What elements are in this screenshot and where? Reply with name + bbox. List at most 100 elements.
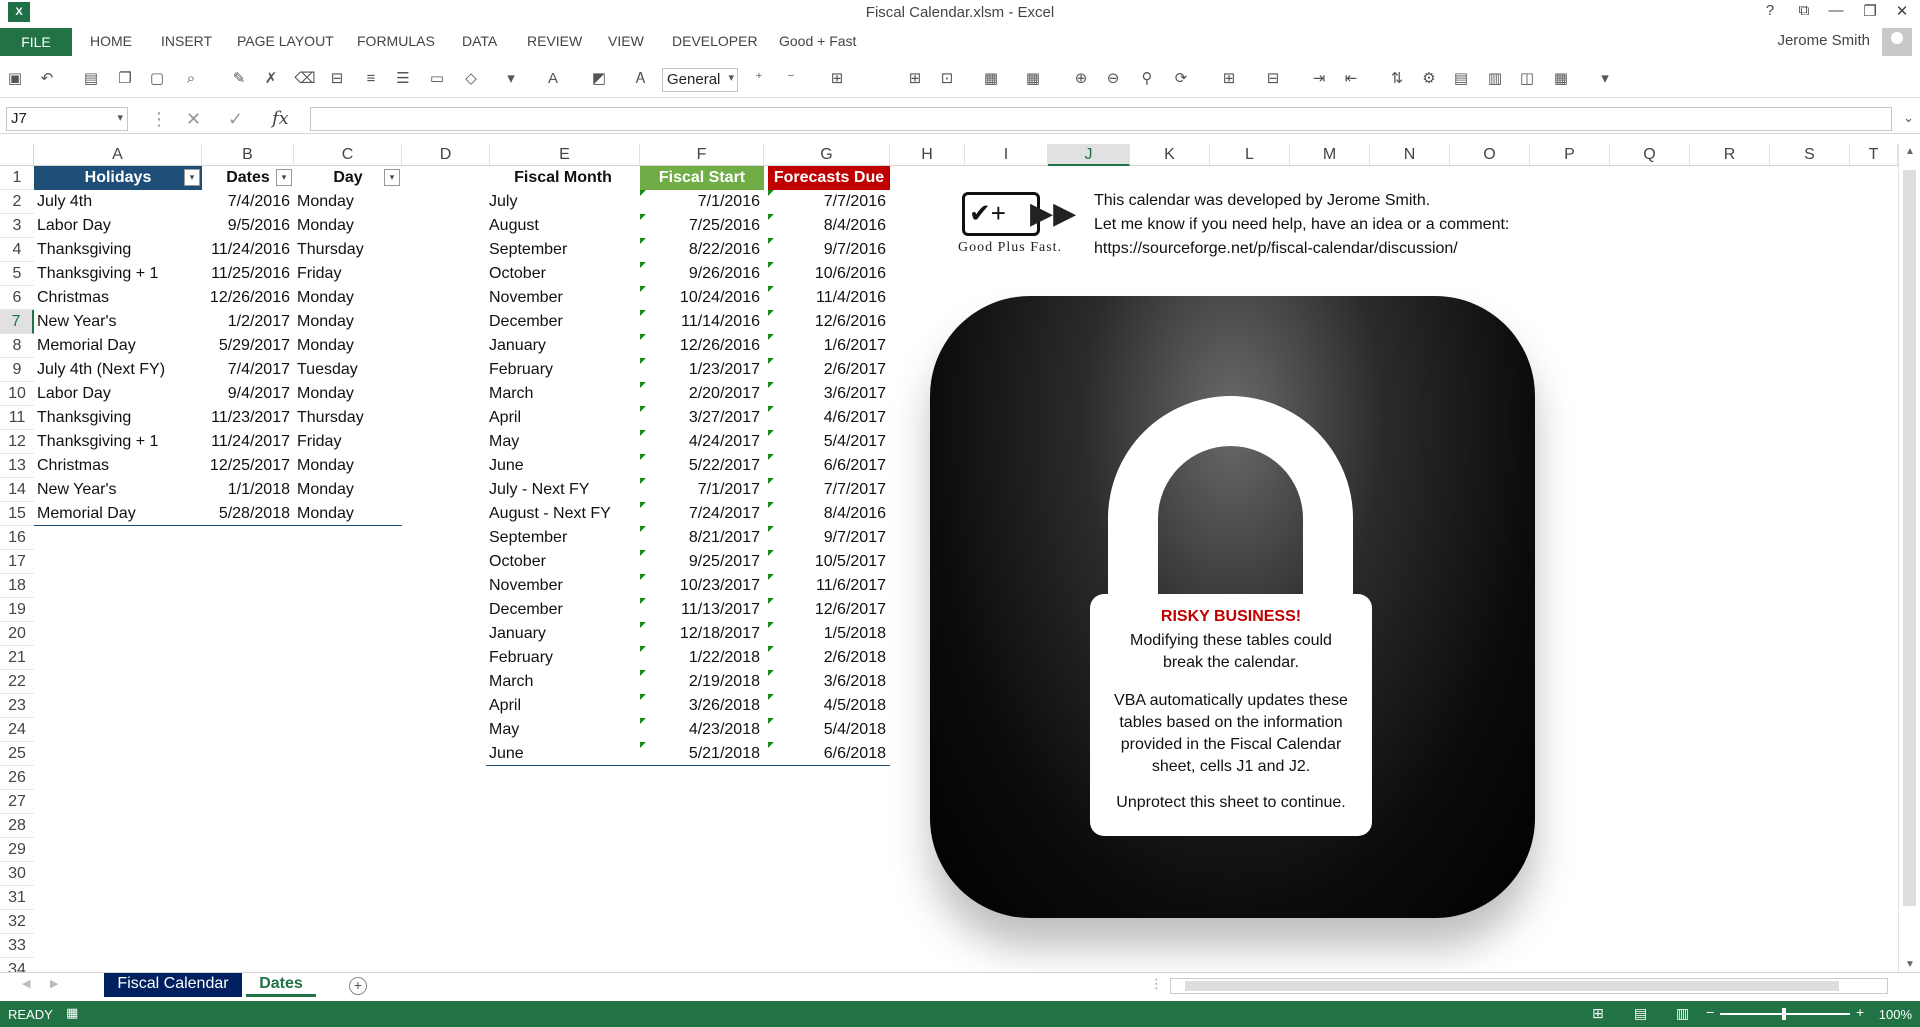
row-header-12[interactable]: 12 bbox=[0, 430, 34, 454]
print-preview-icon[interactable]: ⌕ bbox=[180, 68, 202, 90]
fiscal-start-cell[interactable]: 8/21/2017 bbox=[640, 526, 764, 550]
fiscal-month-cell[interactable]: October bbox=[486, 550, 640, 574]
column-header-q[interactable]: Q bbox=[1610, 144, 1690, 166]
column-header-c[interactable]: C bbox=[294, 144, 402, 166]
holiday-day-cell[interactable]: Monday bbox=[294, 478, 402, 502]
fiscal-start-cell[interactable]: 7/25/2016 bbox=[640, 214, 764, 238]
page-break-view-icon[interactable]: ▥ bbox=[1676, 1005, 1689, 1022]
tab-data[interactable]: DATA bbox=[462, 33, 497, 49]
zoom-in-icon[interactable]: + bbox=[1856, 1004, 1864, 1020]
formula-input[interactable] bbox=[310, 107, 1892, 131]
holiday-day-cell[interactable]: Monday bbox=[294, 214, 402, 238]
row-header-3[interactable]: 3 bbox=[0, 214, 34, 238]
decrease-decimal-icon[interactable]: ⁻ bbox=[780, 68, 802, 90]
fiscal-start-cell[interactable]: 1/22/2018 bbox=[640, 646, 764, 670]
fiscal-month-cell[interactable]: January bbox=[486, 334, 640, 358]
holiday-day-cell[interactable]: Monday bbox=[294, 454, 402, 478]
column-header-a[interactable]: A bbox=[34, 144, 202, 166]
column-header-i[interactable]: I bbox=[965, 144, 1048, 166]
normal-view-icon[interactable]: ⊞ bbox=[1592, 1005, 1604, 1022]
fiscal-start-cell[interactable]: 5/22/2017 bbox=[640, 454, 764, 478]
outside-borders-icon[interactable]: ⊡ bbox=[936, 68, 958, 90]
fiscal-start-cell[interactable]: 7/24/2017 bbox=[640, 502, 764, 526]
holiday-date-cell[interactable]: 7/4/2017 bbox=[202, 358, 294, 382]
fiscal-start-cell[interactable]: 3/27/2017 bbox=[640, 406, 764, 430]
forecasts-due-cell[interactable]: 5/4/2018 bbox=[768, 718, 890, 742]
holiday-name-cell[interactable]: Labor Day bbox=[34, 214, 202, 238]
font-color-icon[interactable]: A bbox=[542, 68, 564, 90]
row-header-29[interactable]: 29 bbox=[0, 838, 34, 862]
fiscal-month-cell[interactable]: November bbox=[486, 574, 640, 598]
zoom-out-icon[interactable]: − bbox=[1706, 1004, 1714, 1020]
number-format-select[interactable]: General bbox=[662, 68, 738, 92]
holiday-name-cell[interactable]: Labor Day bbox=[34, 382, 202, 406]
outdent-icon[interactable]: ⇤ bbox=[1340, 68, 1362, 90]
fiscal-start-cell[interactable]: 2/20/2017 bbox=[640, 382, 764, 406]
fiscal-start-cell[interactable]: 5/21/2018 bbox=[640, 742, 764, 766]
page-layout-view-icon[interactable]: ▤ bbox=[1634, 1005, 1647, 1022]
increase-decimal-icon[interactable]: ⁺ bbox=[748, 68, 770, 90]
holiday-date-cell[interactable]: 11/24/2016 bbox=[202, 238, 294, 262]
fiscal-month-cell[interactable]: June bbox=[486, 742, 640, 766]
zoom-slider[interactable] bbox=[1720, 1008, 1850, 1020]
macro-icon[interactable]: ▦ bbox=[1550, 68, 1572, 90]
textbox-icon[interactable]: ▭ bbox=[426, 68, 448, 90]
tab-file[interactable]: FILE bbox=[0, 28, 72, 56]
row-header-9[interactable]: 9 bbox=[0, 358, 34, 382]
fiscal-month-cell[interactable]: May bbox=[486, 718, 640, 742]
holiday-name-cell[interactable]: Christmas bbox=[34, 286, 202, 310]
fiscal-month-cell[interactable]: August bbox=[486, 214, 640, 238]
fill-color-icon[interactable]: ▾ bbox=[500, 68, 522, 90]
holiday-date-cell[interactable]: 11/25/2016 bbox=[202, 262, 294, 286]
borders-icon[interactable]: ⊞ bbox=[826, 68, 848, 90]
fiscal-month-cell[interactable]: December bbox=[486, 598, 640, 622]
holiday-day-cell[interactable]: Monday bbox=[294, 334, 402, 358]
row-header-28[interactable]: 28 bbox=[0, 814, 34, 838]
styles-icon[interactable]: Ꭺ bbox=[630, 68, 652, 90]
horizontal-scrollbar[interactable] bbox=[1170, 978, 1888, 994]
row-header-34[interactable]: 34 bbox=[0, 958, 34, 972]
select-all-corner[interactable] bbox=[0, 144, 34, 166]
fiscal-month-cell[interactable]: September bbox=[486, 238, 640, 262]
filter-dropdown-holidays-icon[interactable]: ▾ bbox=[184, 169, 200, 186]
holiday-day-cell[interactable]: Monday bbox=[294, 286, 402, 310]
clear-filter-icon[interactable]: ⚲ bbox=[1136, 68, 1158, 90]
holiday-day-cell[interactable]: Friday bbox=[294, 262, 402, 286]
holiday-date-cell[interactable]: 5/29/2017 bbox=[202, 334, 294, 358]
column-header-l[interactable]: L bbox=[1210, 144, 1290, 166]
holiday-name-cell[interactable]: Thanksgiving bbox=[34, 238, 202, 262]
zoom-level[interactable]: 100% bbox=[1879, 1007, 1912, 1022]
vertical-scrollbar[interactable]: ▲ ▼ bbox=[1898, 144, 1920, 972]
row-header-26[interactable]: 26 bbox=[0, 766, 34, 790]
holiday-date-cell[interactable]: 11/24/2017 bbox=[202, 430, 294, 454]
table-icon[interactable]: ▦ bbox=[1022, 68, 1044, 90]
conditional-format-icon[interactable]: ▦ bbox=[980, 68, 1002, 90]
row-header-1[interactable]: 1 bbox=[0, 166, 34, 190]
fiscal-month-cell[interactable]: March bbox=[486, 670, 640, 694]
column-header-t[interactable]: T bbox=[1850, 144, 1898, 166]
holiday-date-cell[interactable]: 7/4/2016 bbox=[202, 190, 294, 214]
row-header-4[interactable]: 4 bbox=[0, 238, 34, 262]
table-header-forecasts-due[interactable]: Forecasts Due bbox=[768, 166, 890, 190]
fiscal-month-cell[interactable]: February bbox=[486, 646, 640, 670]
fiscal-month-cell[interactable]: November bbox=[486, 286, 640, 310]
forecasts-due-cell[interactable]: 9/7/2017 bbox=[768, 526, 890, 550]
fiscal-month-cell[interactable]: June bbox=[486, 454, 640, 478]
column-header-r[interactable]: R bbox=[1690, 144, 1770, 166]
row-header-20[interactable]: 20 bbox=[0, 622, 34, 646]
row-header-17[interactable]: 17 bbox=[0, 550, 34, 574]
forecasts-due-cell[interactable]: 4/5/2018 bbox=[768, 694, 890, 718]
user-name[interactable]: Jerome Smith bbox=[1777, 32, 1870, 49]
filter-icon[interactable]: ⚙ bbox=[1418, 68, 1440, 90]
column-header-p[interactable]: P bbox=[1530, 144, 1610, 166]
row-header-2[interactable]: 2 bbox=[0, 190, 34, 214]
sheet-tab-dates[interactable]: Dates bbox=[246, 973, 316, 997]
clear-format-icon[interactable]: ✗ bbox=[260, 68, 282, 90]
holiday-date-cell[interactable]: 1/1/2018 bbox=[202, 478, 294, 502]
row-header-30[interactable]: 30 bbox=[0, 862, 34, 886]
forecasts-due-cell[interactable]: 8/4/2016 bbox=[768, 214, 890, 238]
holiday-name-cell[interactable]: Thanksgiving + 1 bbox=[34, 430, 202, 454]
fiscal-start-cell[interactable]: 9/26/2016 bbox=[640, 262, 764, 286]
column-header-n[interactable]: N bbox=[1370, 144, 1450, 166]
holiday-name-cell[interactable]: Thanksgiving bbox=[34, 406, 202, 430]
